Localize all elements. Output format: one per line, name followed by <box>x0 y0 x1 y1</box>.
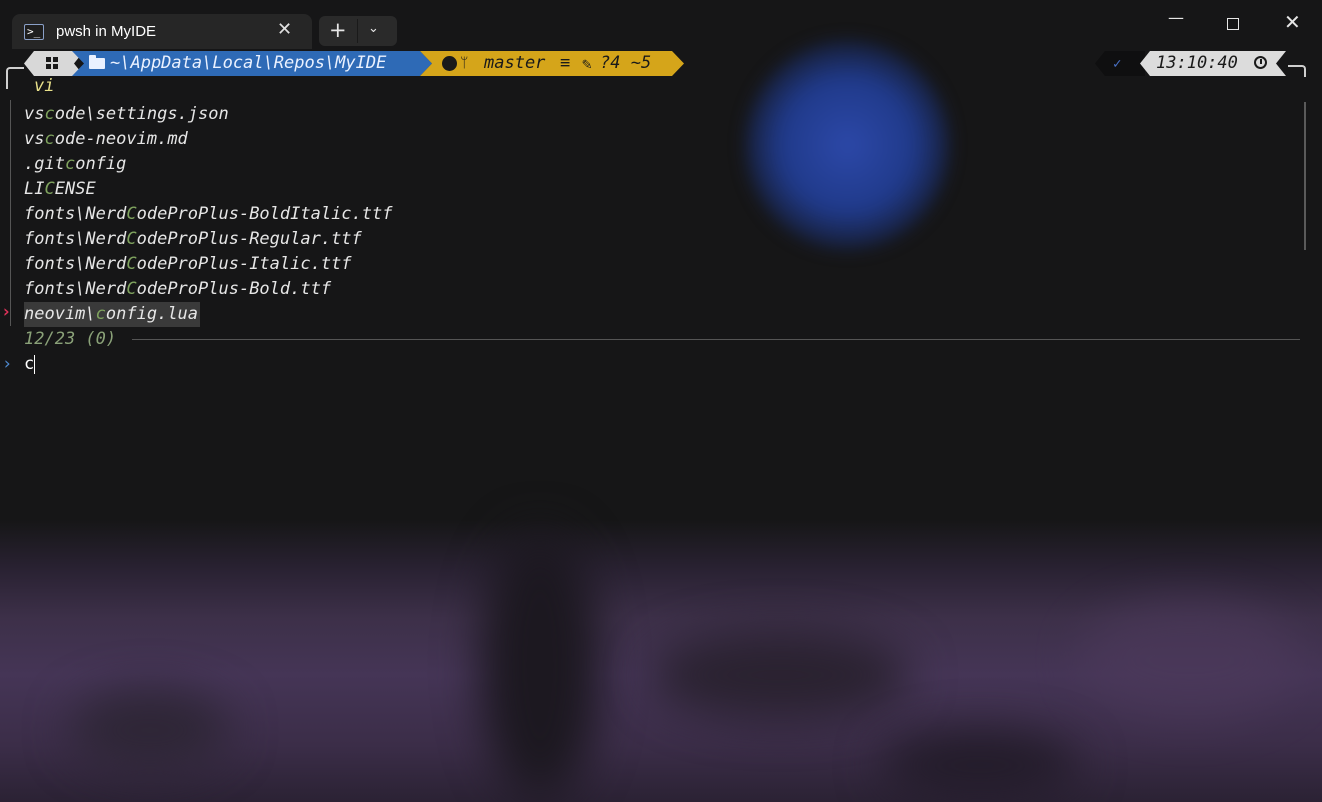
new-tab-group: + ⌄ <box>319 16 397 46</box>
path-text: fonts\Nerd <box>24 279 127 299</box>
blur-shape <box>1080 600 1300 720</box>
path-text: ENSE <box>54 179 96 199</box>
blur-shape <box>70 690 230 770</box>
close-tab-button[interactable]: ✕ <box>277 19 292 40</box>
branch-icon: ᛘ <box>460 55 469 71</box>
path-text: odeProPlus-Regular.ttf <box>136 229 362 249</box>
match-highlight: c <box>95 304 106 324</box>
path-text: .git <box>24 154 65 174</box>
match-highlight: C <box>126 229 137 249</box>
path-text: odeProPlus-Italic.ttf <box>136 254 352 274</box>
close-window-button[interactable]: ✕ <box>1284 10 1301 34</box>
github-icon <box>442 56 457 71</box>
path-text: ode-neovim.md <box>54 129 188 149</box>
match-highlight: c <box>44 129 55 149</box>
current-path: ~\AppData\Local\Repos\MyIDE <box>110 53 387 73</box>
list-item[interactable]: fonts\NerdCodeProPlus-BoldItalic.ttf <box>24 202 392 227</box>
git-status: ?4 ~5 <box>600 53 652 73</box>
text-cursor <box>34 355 35 374</box>
branch-name: master <box>484 53 546 73</box>
prompt-guide-line <box>10 100 11 326</box>
time-segment: 13:10:40 <box>1140 51 1286 76</box>
powershell-icon: >_ <box>24 24 44 40</box>
folder-icon <box>89 58 105 69</box>
file-path: vscode-neovim.md <box>24 129 188 149</box>
path-text: fonts\Nerd <box>24 254 127 274</box>
path-text: onfig.lua <box>105 304 199 324</box>
prompt-bracket-left <box>6 67 24 89</box>
file-path: fonts\NerdCodeProPlus-BoldItalic.ttf <box>24 204 392 224</box>
match-highlight: C <box>126 279 137 299</box>
list-item[interactable]: vscode-neovim.md <box>24 127 392 152</box>
path-text: neovim\ <box>24 304 96 324</box>
edit-icon: ✎ <box>582 54 592 73</box>
query-prompt-marker: › <box>2 354 13 374</box>
list-item[interactable]: fonts\NerdCodeProPlus-Regular.ttf <box>24 227 392 252</box>
list-item[interactable]: .gitconfig <box>24 152 392 177</box>
match-highlight: c <box>64 154 76 174</box>
file-path: vscode\settings.json <box>24 104 229 124</box>
path-text: odeProPlus-Bold.ttf <box>136 279 332 299</box>
match-highlight: c <box>44 104 55 124</box>
match-count: 12/23 (0) <box>24 329 117 349</box>
file-path: neovim\config.lua <box>24 302 201 327</box>
path-text: vs <box>24 129 45 149</box>
check-icon: ✓ <box>1113 56 1122 72</box>
windows-icon <box>46 57 58 69</box>
os-segment <box>24 51 84 76</box>
minimize-button[interactable]: — <box>1168 8 1184 27</box>
file-path: fonts\NerdCodeProPlus-Bold.ttf <box>24 279 331 299</box>
tab-title: pwsh in MyIDE <box>56 23 157 40</box>
blur-shape <box>650 630 910 720</box>
path-text: fonts\Nerd <box>24 204 127 224</box>
new-tab-button[interactable]: + <box>329 18 347 42</box>
prompt-bracket-right <box>1288 65 1306 77</box>
scrollbar[interactable] <box>1304 102 1306 250</box>
match-highlight: C <box>126 254 137 274</box>
fuzzy-results-list: vscode\settings.json vscode-neovim.md .git… <box>24 102 392 327</box>
selection-marker: › <box>1 302 12 322</box>
path-segment: ~\AppData\Local\Repos\MyIDE <box>72 51 432 76</box>
git-segment: ᛘ master ≡ ✎ ?4 ~5 <box>420 51 684 76</box>
path-text: odeProPlus-BoldItalic.ttf <box>136 204 393 224</box>
file-path: .gitconfig <box>24 154 126 174</box>
sync-status: ≡ <box>560 53 571 73</box>
list-item[interactable]: fonts\NerdCodeProPlus-Bold.ttf <box>24 277 392 302</box>
path-text: LI <box>24 179 45 199</box>
search-query[interactable]: c <box>24 352 34 377</box>
clock-time: 13:10:40 <box>1156 53 1238 73</box>
terminal-tab[interactable]: >_ pwsh in MyIDE ✕ <box>12 14 312 49</box>
chevron-down-icon[interactable]: ⌄ <box>368 21 379 36</box>
list-item[interactable]: fonts\NerdCodeProPlus-Italic.ttf <box>24 252 392 277</box>
blur-shape <box>880 730 1080 800</box>
path-text: onfig <box>75 154 127 174</box>
list-item[interactable]: LICENSE <box>24 177 392 202</box>
title-bar: >_ pwsh in MyIDE ✕ + ⌄ — ✕ <box>0 0 1322 49</box>
typed-command: vi <box>34 76 55 96</box>
clock-icon <box>1254 56 1267 69</box>
path-text: fonts\Nerd <box>24 229 127 249</box>
list-item[interactable]: vscode\settings.json <box>24 102 392 127</box>
maximize-button[interactable] <box>1227 18 1239 30</box>
blur-shape <box>480 530 600 800</box>
prompt-bar: ~\AppData\Local\Repos\MyIDE ᛘ master ≡ ✎… <box>0 51 1322 89</box>
path-text: vs <box>24 104 45 124</box>
list-item[interactable]: neovim\config.lua <box>24 302 392 327</box>
file-path: LICENSE <box>24 179 96 199</box>
path-text: ode\settings.json <box>54 104 229 124</box>
match-highlight: C <box>44 179 55 199</box>
divider <box>357 19 358 43</box>
match-highlight: C <box>126 204 137 224</box>
divider <box>132 339 1300 340</box>
file-path: fonts\NerdCodeProPlus-Regular.ttf <box>24 229 362 249</box>
status-segment: ✓ <box>1095 51 1145 76</box>
file-path: fonts\NerdCodeProPlus-Italic.ttf <box>24 254 352 274</box>
